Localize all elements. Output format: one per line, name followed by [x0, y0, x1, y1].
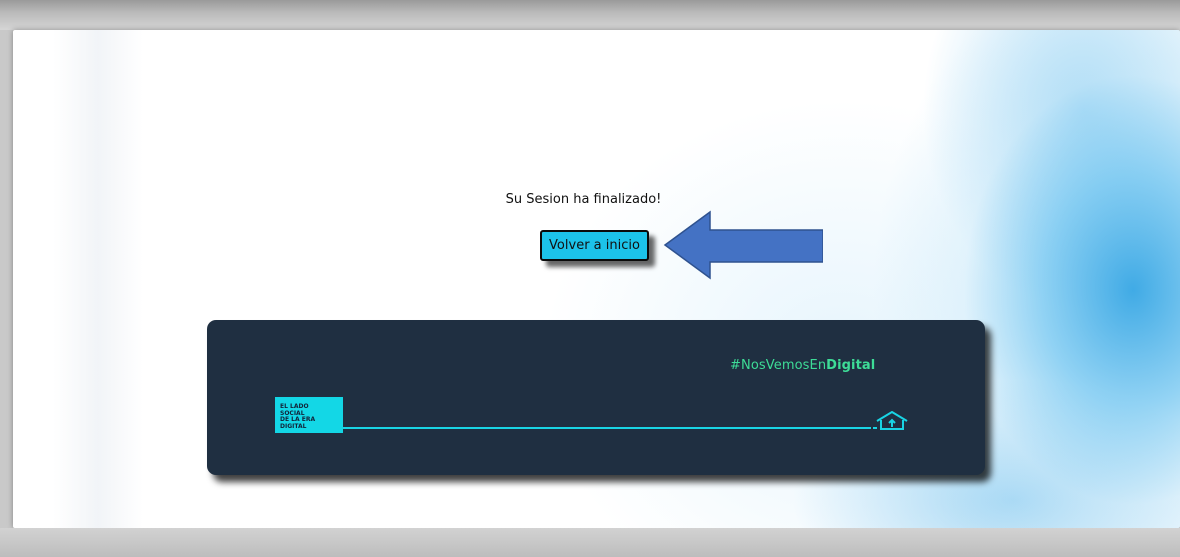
logo-line: DIGITAL	[280, 422, 307, 430]
session-ended-message: Su Sesion ha finalizado!	[505, 192, 662, 207]
brand-logo: EL LADO SOCIAL DE LA ERA DIGITAL	[275, 397, 343, 433]
digital-banner: #NosVemosEnDigital EL LADO SOCIAL DE LA …	[207, 320, 985, 475]
hashtag-text: #NosVemosEnDigital	[730, 358, 875, 373]
session-ended-page: Su Sesion ha finalizado! Volver a inicio…	[13, 30, 1180, 528]
banner-divider-line	[343, 427, 871, 429]
hashtag-prefix: #NosVemosEn	[730, 358, 827, 373]
window-bottom-frame	[0, 528, 1180, 557]
hashtag-emphasis: Digital	[826, 358, 876, 373]
window-top-frame	[0, 0, 1180, 30]
home-icon	[873, 411, 908, 430]
background-decoration	[53, 30, 143, 528]
back-to-home-button[interactable]: Volver a inicio	[540, 230, 649, 261]
left-arrow-annotation-icon	[663, 210, 823, 280]
